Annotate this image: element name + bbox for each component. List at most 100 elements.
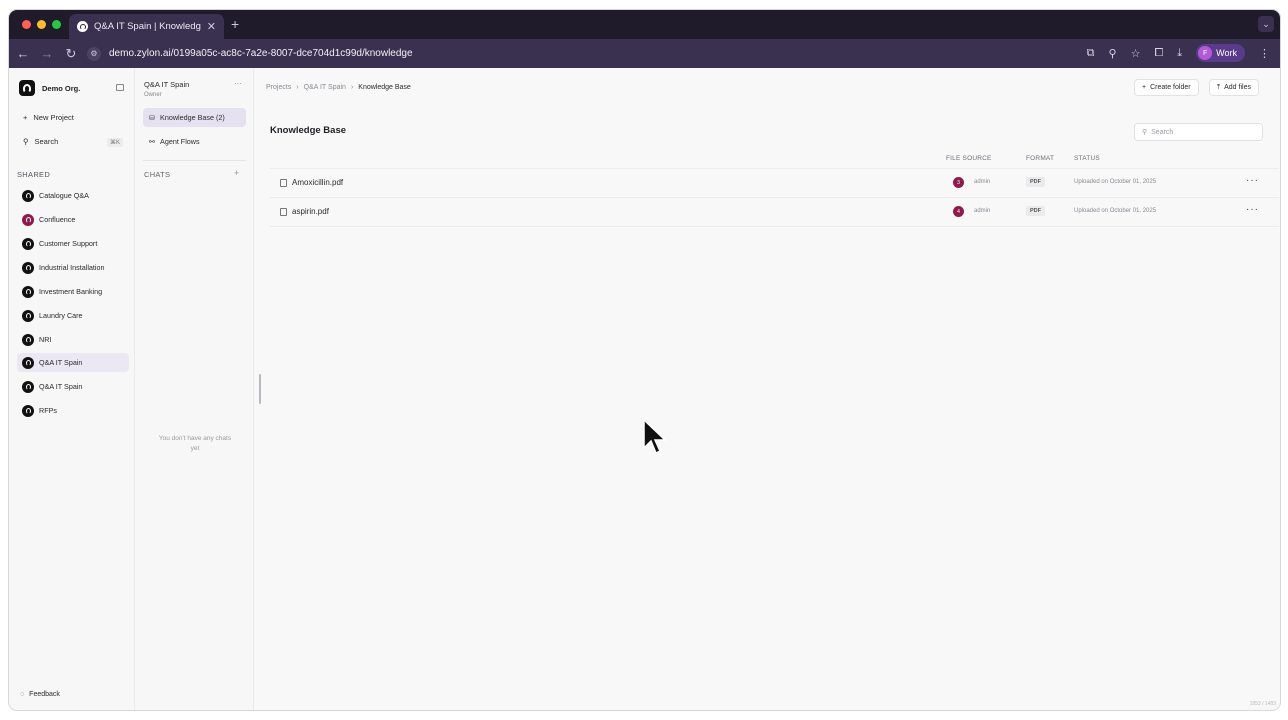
format-badge: PDF bbox=[1026, 206, 1045, 216]
row-options-icon[interactable]: ··· bbox=[1246, 204, 1259, 215]
project-label: Confluence bbox=[39, 215, 76, 224]
file-name-cell[interactable]: Amoxicillin.pdf bbox=[280, 178, 343, 187]
project-options-icon[interactable]: ··· bbox=[234, 79, 242, 88]
document-icon bbox=[280, 178, 287, 187]
project-logo-icon bbox=[22, 356, 34, 369]
sidebar-project-customer-support[interactable]: Customer Support bbox=[17, 234, 129, 253]
sidebar-project-rfps[interactable]: RFPs bbox=[17, 401, 129, 420]
org-logo-icon bbox=[19, 80, 35, 96]
file-status: Uploaded on October 01, 2025 bbox=[1074, 179, 1157, 185]
row-options-icon[interactable]: ··· bbox=[1246, 175, 1259, 186]
project-label: Investment Banking bbox=[39, 287, 103, 296]
profile-button[interactable]: F Work bbox=[1196, 44, 1245, 62]
file-name: aspirin.pdf bbox=[292, 207, 329, 216]
column-header-format: FORMAT bbox=[1026, 155, 1055, 162]
document-icon bbox=[280, 207, 287, 216]
project-panel: Q&A IT Spain Owner ··· ⛁ Knowledge Base … bbox=[135, 68, 254, 710]
project-label: RFPs bbox=[39, 406, 57, 415]
extensions-icon[interactable]: ⧠ bbox=[1154, 47, 1163, 60]
file-name: Amoxicillin.pdf bbox=[292, 178, 344, 187]
tab-bar: Q&A IT Spain | Knowledge Ba ✕ + ⌄ bbox=[9, 10, 1280, 39]
tab-search-chevron-icon[interactable]: ⌄ bbox=[1258, 16, 1274, 32]
project-logo-icon bbox=[22, 261, 34, 274]
column-header-file-source: FILE SOURCE bbox=[946, 155, 992, 162]
create-folder-label: Create folder bbox=[1150, 84, 1191, 91]
sidebar-project-catalogue-qa[interactable]: Catalogue Q&A bbox=[17, 186, 129, 205]
tab-title: Q&A IT Spain | Knowledge Ba bbox=[94, 21, 201, 32]
footer-counter: 1853 / 1483 bbox=[1249, 701, 1276, 707]
search-button[interactable]: ⚲ Search bbox=[23, 137, 58, 146]
sidebar-project-nri[interactable]: NRI bbox=[17, 330, 129, 349]
new-tab-button[interactable]: + bbox=[231, 16, 239, 32]
new-project-button[interactable]: + New Project bbox=[23, 113, 74, 122]
app-content: Demo Org. + New Project ⚲ Search ⌘K SHAR… bbox=[9, 68, 1280, 710]
search-label: Search bbox=[34, 137, 59, 146]
sidebar-project-qa-it-spain[interactable]: Q&A IT Spain bbox=[17, 377, 129, 396]
project-logo-icon bbox=[22, 333, 34, 346]
breadcrumb: Projects › Q&A IT Spain › Knowledge Base bbox=[266, 84, 411, 91]
file-name-cell[interactable]: aspirin.pdf bbox=[280, 207, 329, 216]
project-logo-icon bbox=[22, 309, 34, 322]
search-input[interactable]: ⚲ Search bbox=[1134, 123, 1263, 141]
project-name: Q&A IT Spain bbox=[144, 80, 190, 89]
project-logo-icon bbox=[22, 189, 34, 202]
search-icon: ⚲ bbox=[23, 137, 29, 146]
file-status: Uploaded on October 01, 2025 bbox=[1074, 208, 1157, 214]
maximize-window-button[interactable] bbox=[52, 20, 61, 29]
database-icon: ⛁ bbox=[149, 113, 156, 122]
plus-icon: + bbox=[23, 113, 28, 122]
add-files-button[interactable]: ⤒ Add files bbox=[1209, 79, 1259, 96]
nav-agent-flows[interactable]: ⚯ Agent Flows bbox=[143, 132, 246, 151]
download-icon[interactable]: ⤓ bbox=[1177, 47, 1182, 60]
new-chat-plus-icon[interactable]: + bbox=[234, 168, 239, 178]
collapse-sidebar-icon[interactable] bbox=[116, 84, 124, 91]
nav-label: Knowledge Base (2) bbox=[160, 113, 225, 122]
bookmark-star-icon[interactable]: ☆ bbox=[1131, 47, 1141, 60]
breadcrumb-projects[interactable]: Projects bbox=[266, 84, 291, 91]
plus-icon: + bbox=[1142, 84, 1147, 91]
zoom-icon[interactable]: ⚲ bbox=[1109, 47, 1117, 60]
breadcrumb-project[interactable]: Q&A IT Spain bbox=[304, 84, 346, 91]
search-icon: ⚲ bbox=[1142, 129, 1148, 136]
sidebar-project-industrial-installation[interactable]: Industrial Installation bbox=[17, 258, 129, 277]
create-folder-button[interactable]: + Create folder bbox=[1134, 79, 1199, 96]
forward-arrow-icon[interactable]: → bbox=[35, 46, 59, 61]
cast-icon[interactable]: ⧉ bbox=[1087, 47, 1095, 60]
org-switcher[interactable]: Demo Org. bbox=[19, 80, 80, 96]
sidebar-project-qa-it-spain-active[interactable]: Q&A IT Spain bbox=[17, 353, 129, 372]
project-label: Catalogue Q&A bbox=[39, 191, 89, 200]
table-divider bbox=[270, 226, 1279, 227]
window-controls bbox=[22, 20, 61, 29]
close-tab-icon[interactable]: ✕ bbox=[207, 20, 216, 33]
sidebar-project-laundry-care[interactable]: Laundry Care bbox=[17, 306, 129, 325]
address-bar[interactable]: ⚙ demo.zylon.ai/0199a05c-ac8c-7a2e-8007-… bbox=[87, 42, 887, 65]
flow-icon: ⚯ bbox=[149, 137, 156, 146]
project-logo-icon bbox=[22, 285, 34, 298]
project-label: Q&A IT Spain bbox=[39, 358, 83, 367]
back-arrow-icon[interactable]: ← bbox=[11, 46, 35, 61]
sidebar-project-confluence[interactable]: Confluence bbox=[17, 210, 129, 229]
table-row[interactable]: Amoxicillin.pdf 3 admin PDF Uploaded on … bbox=[270, 169, 1279, 197]
profile-avatar: F bbox=[1198, 46, 1213, 60]
sidebar-project-investment-banking[interactable]: Investment Banking bbox=[17, 282, 129, 301]
browser-tab-active[interactable]: Q&A IT Spain | Knowledge Ba ✕ bbox=[69, 14, 224, 39]
minimize-window-button[interactable] bbox=[37, 20, 46, 29]
table-row[interactable]: aspirin.pdf 4 admin PDF Uploaded on Octo… bbox=[270, 198, 1279, 226]
reload-icon[interactable]: ↻ bbox=[59, 46, 83, 62]
source-avatar: 4 bbox=[953, 206, 964, 217]
nav-knowledge-base[interactable]: ⛁ Knowledge Base (2) bbox=[143, 108, 246, 127]
project-logo-icon bbox=[22, 404, 34, 417]
project-role: Owner bbox=[144, 92, 162, 98]
site-settings-icon[interactable]: ⚙ bbox=[87, 46, 101, 61]
mouse-pointer-icon bbox=[643, 419, 667, 455]
project-label: Laundry Care bbox=[39, 311, 83, 320]
breadcrumb-separator-icon: › bbox=[350, 84, 354, 91]
browser-actions: ⧉ ⚲ ☆ ⧠ ⤓ F Work ⋮ bbox=[1087, 44, 1270, 62]
project-logo-icon bbox=[22, 380, 34, 393]
browser-menu-icon[interactable]: ⋮ bbox=[1259, 47, 1270, 60]
feedback-button[interactable]: ◌ Feedback bbox=[20, 691, 60, 698]
feedback-label: Feedback bbox=[29, 691, 60, 698]
close-window-button[interactable] bbox=[22, 20, 31, 29]
url-text[interactable]: demo.zylon.ai/0199a05c-ac8c-7a2e-8007-dc… bbox=[109, 48, 413, 59]
add-files-label: Add files bbox=[1224, 84, 1251, 91]
